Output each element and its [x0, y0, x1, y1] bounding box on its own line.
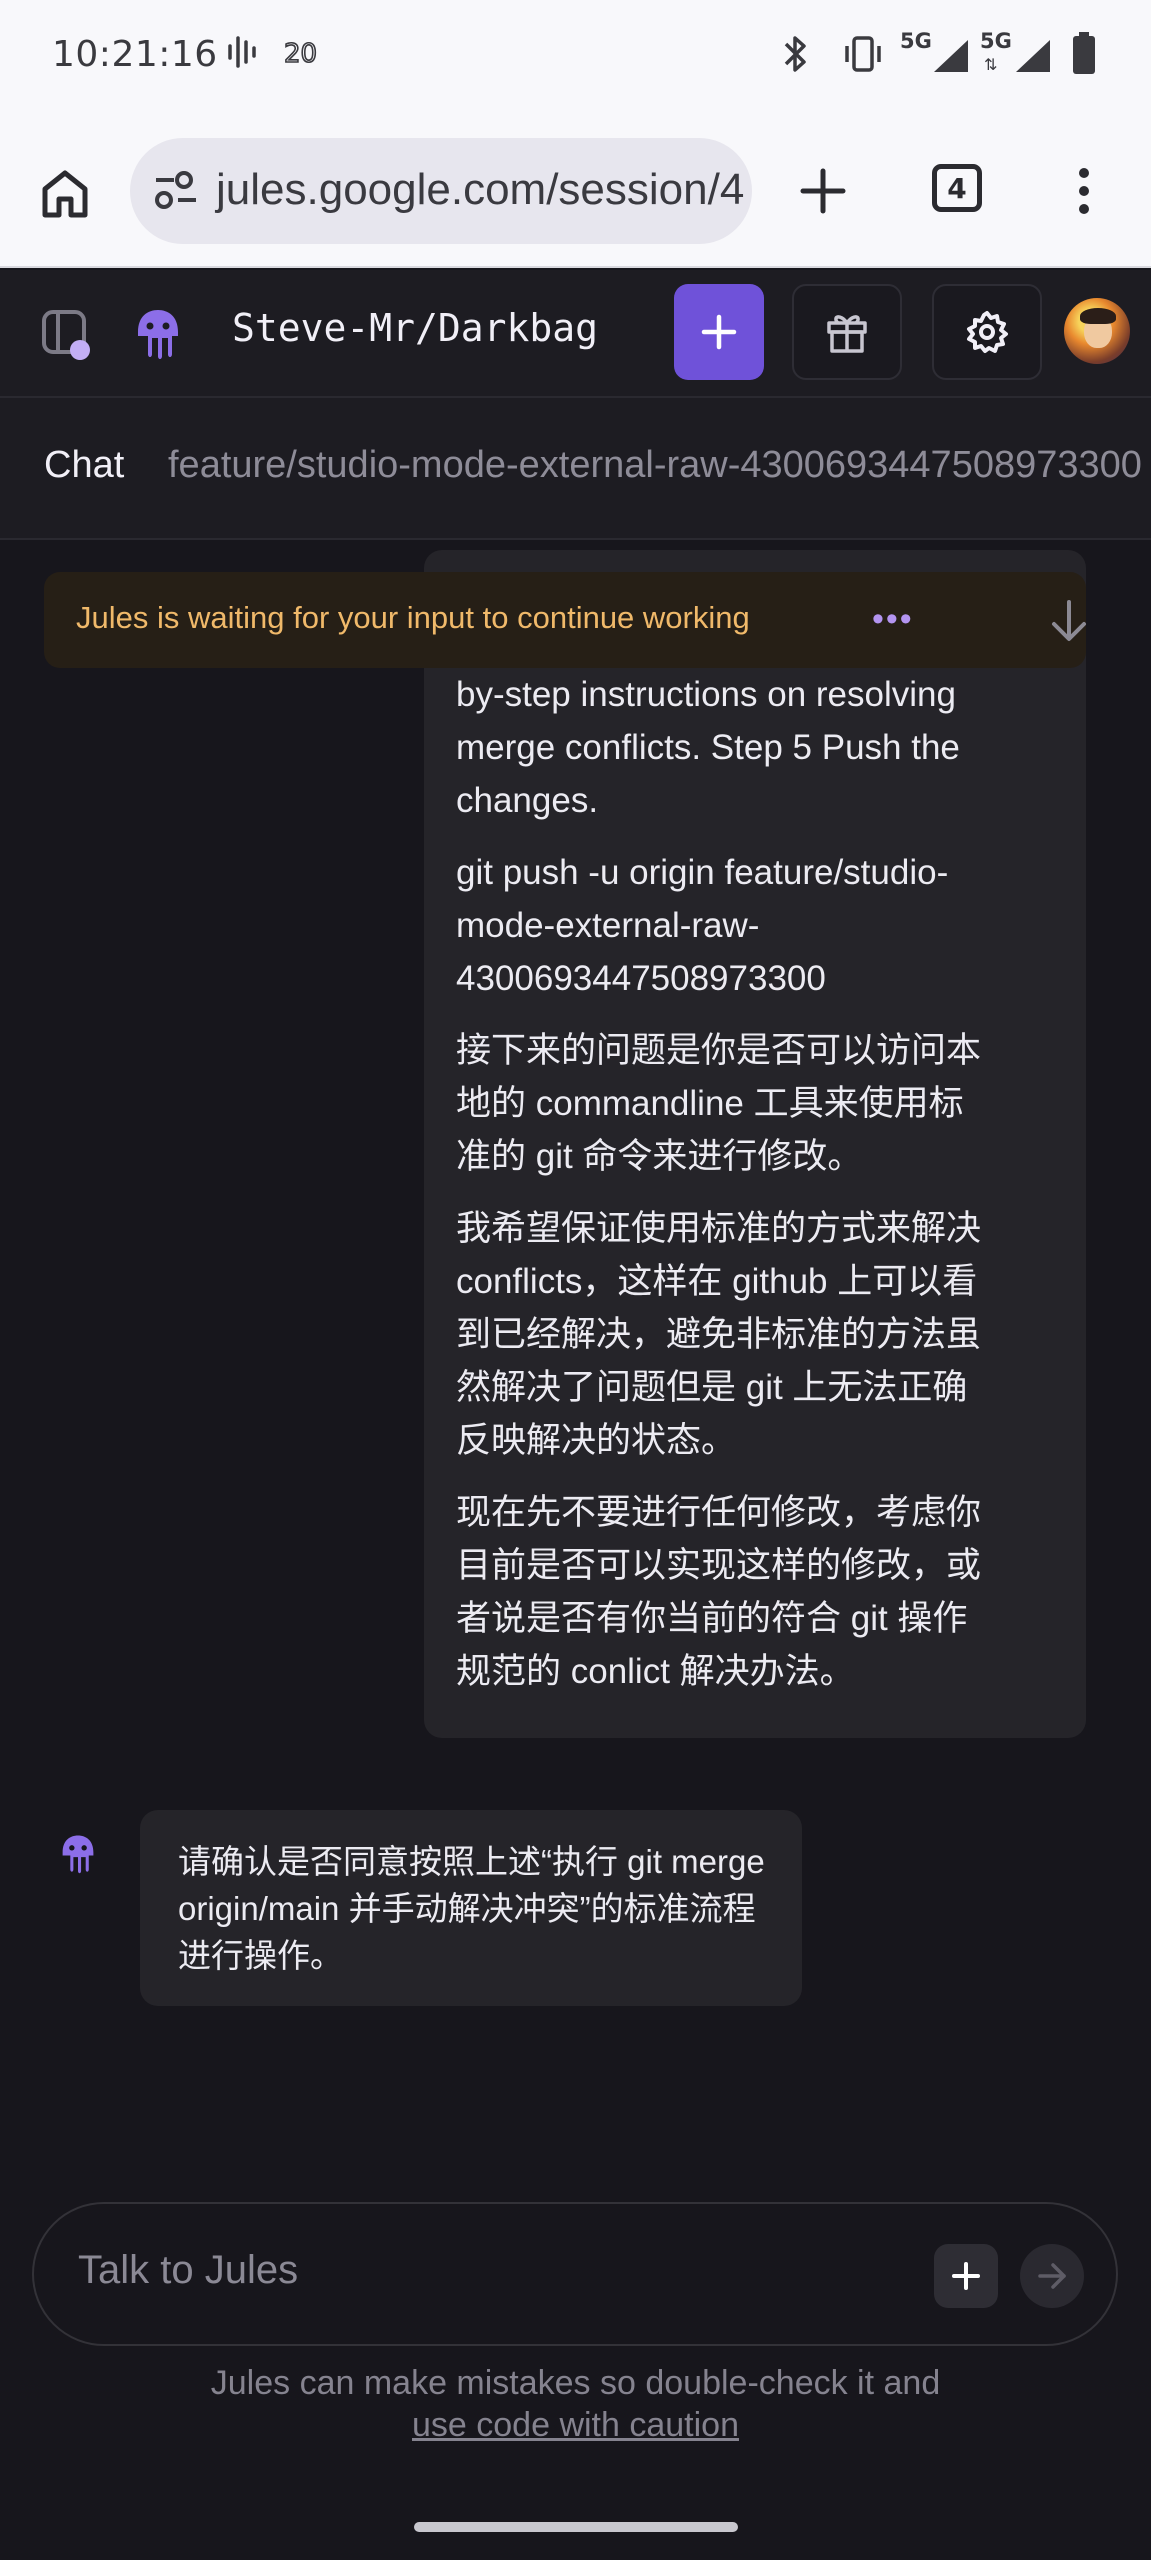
- vibrate-icon: [842, 32, 884, 81]
- jules-avatar-icon: [58, 1832, 98, 1881]
- network-label: 5G: [900, 29, 932, 53]
- gift-icon: [827, 315, 867, 353]
- disclaimer-text: Jules can make mistakes so double-check …: [210, 2364, 941, 2402]
- attach-button[interactable]: [934, 2244, 998, 2308]
- more-dots-icon[interactable]: •••: [872, 600, 914, 639]
- user-message-paragraph: by-step instructions on resolving merge …: [456, 675, 960, 820]
- settings-button[interactable]: [932, 284, 1042, 380]
- disclaimer: Jules can make mistakes so double-check …: [0, 2362, 1151, 2446]
- audio-icon: [224, 32, 264, 77]
- message-composer[interactable]: Talk to Jules: [32, 2202, 1118, 2346]
- plus-icon: [701, 314, 737, 350]
- new-tab-icon[interactable]: [790, 158, 856, 224]
- user-message-paragraph: 我希望保证使用标准的方式来解决 conflicts，这样在 github 上可以…: [456, 1209, 982, 1460]
- svg-text:20: 20: [284, 39, 317, 69]
- tabs-icon[interactable]: 4: [932, 164, 982, 212]
- url-text: jules.google.com/session/4: [216, 165, 745, 214]
- user-message-paragraph: 接下来的问题是你是否可以访问本地的 commandline 工具来使用标准的 g…: [456, 1031, 982, 1176]
- plus-icon: [952, 2262, 980, 2290]
- send-button[interactable]: [1020, 2244, 1084, 2308]
- signal-icon: 5G: [898, 26, 976, 81]
- waiting-banner[interactable]: Jules is waiting for your input to conti…: [44, 572, 1086, 668]
- waiting-text: Jules is waiting for your input to conti…: [76, 600, 750, 635]
- tab-chat[interactable]: Chat: [44, 444, 124, 487]
- session-subheader: Chat feature/studio-mode-external-raw-43…: [0, 398, 1151, 540]
- app-header: Steve-Mr/Darkbag: [0, 270, 1151, 398]
- send-arrow-icon: [1038, 2263, 1066, 2289]
- bot-message-text: 请确认是否同意按照上述“执行 git merge origin/main 并手动…: [178, 1843, 765, 1974]
- status-time: 10:21:16: [52, 34, 218, 75]
- sidebar-toggle-icon[interactable]: [40, 308, 96, 369]
- network-label: 5G: [980, 29, 1012, 53]
- bot-message-bubble: 请确认是否同意按照上述“执行 git merge origin/main 并手动…: [140, 1810, 802, 2006]
- new-task-button[interactable]: [674, 284, 764, 380]
- signal-icon: 5G ⇅: [978, 26, 1058, 81]
- repo-name[interactable]: Steve-Mr/Darkbag: [232, 306, 598, 350]
- battery-icon: [1070, 30, 1098, 83]
- site-settings-icon[interactable]: [152, 168, 200, 219]
- browser-toolbar: jules.google.com/session/4 4: [0, 112, 1151, 268]
- gift-button[interactable]: [792, 284, 902, 380]
- caution-link[interactable]: use code with caution: [412, 2406, 739, 2444]
- avatar[interactable]: [1064, 298, 1130, 364]
- branch-name[interactable]: feature/studio-mode-external-raw-4300693…: [168, 444, 1142, 487]
- home-indicator[interactable]: [414, 2522, 738, 2532]
- more-icon[interactable]: [1064, 158, 1104, 224]
- message-input[interactable]: Talk to Jules: [78, 2248, 298, 2293]
- svg-text:⇅: ⇅: [984, 55, 997, 74]
- bluetooth-icon: [776, 32, 816, 81]
- hd-voice-icon: 20: [282, 32, 328, 77]
- arrow-down-icon[interactable]: [1044, 596, 1094, 651]
- home-icon[interactable]: [30, 158, 100, 228]
- address-bar[interactable]: jules.google.com/session/4: [130, 138, 752, 244]
- jules-logo-icon[interactable]: [132, 306, 184, 367]
- user-message-paragraph: git push -u origin feature/studio-mode-e…: [456, 853, 949, 998]
- status-bar: 10:21:16 20 5G 5G ⇅: [0, 0, 1151, 112]
- user-message-paragraph: 现在先不要进行任何修改，考虑你目前是否可以实现这样的修改，或者说是否有你当前的符…: [456, 1493, 982, 1691]
- gear-icon: [967, 311, 1008, 353]
